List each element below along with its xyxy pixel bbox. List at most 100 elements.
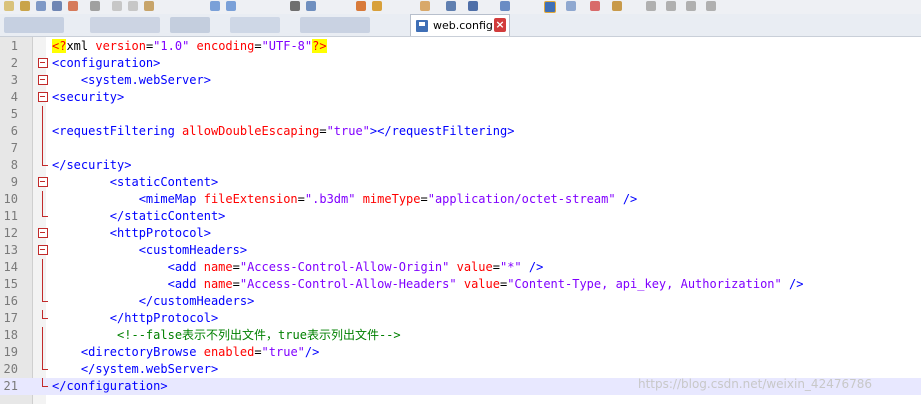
blurred-tab[interactable] [170,17,210,33]
code-line[interactable]: 20 </system.webServer> [0,361,921,378]
code-line[interactable]: 18 <!--false表示不列出文件，true表示列出文件--> [0,327,921,344]
macro-play-icon[interactable] [686,1,696,11]
fold-guide-line [38,123,49,140]
word-wrap-icon[interactable] [446,1,456,11]
token-val: "true" [261,345,305,359]
code-text: </system.webServer> [52,361,218,378]
folder-workspace-icon[interactable] [612,1,622,11]
code-line[interactable]: 1 <?xml version="1.0" encoding="UTF-8"?> [0,38,921,55]
blurred-tab[interactable] [90,17,160,33]
code-line[interactable]: 8 </security> [0,157,921,174]
code-line[interactable]: 19 <directoryBrowse enabled="true"/> [0,344,921,361]
line-number: 21 [3,379,18,393]
code-line[interactable]: 16 </customHeaders> [0,293,921,310]
open-file-icon[interactable] [20,1,30,11]
func-list-icon[interactable] [590,1,600,11]
blurred-tab[interactable] [4,17,64,33]
copy-icon[interactable] [128,1,138,11]
fold-guide-line [38,344,49,361]
lang-icon[interactable] [544,1,556,13]
token-tag: /> [788,277,804,291]
code-text: </httpProtocol> [52,310,218,327]
code-line[interactable]: 14 <add name="Access-Control-Allow-Origi… [0,259,921,276]
token-plain: = [254,39,262,53]
token-tag: </security> [52,158,132,172]
fold-guide-line [38,157,49,174]
code-text: <customHeaders> [52,242,247,259]
save-all-icon[interactable] [52,1,62,11]
token-tag: </httpProtocol> [109,311,219,325]
tab-bar: web.config × [0,14,921,37]
code-line[interactable]: 2 <configuration> [0,55,921,72]
fold-marker-icon[interactable] [38,72,49,89]
code-text: <httpProtocol> [52,225,211,242]
save-icon [416,20,428,32]
close-icon[interactable]: × [494,18,506,32]
code-text: </configuration> [52,378,168,395]
line-number: 18 [3,328,18,342]
token-tag: <staticContent> [109,175,219,189]
macro-stop-icon[interactable] [666,1,676,11]
fold-marker-icon[interactable] [38,174,49,191]
token-attr: enabled [203,345,255,359]
code-line[interactable]: 15 <add name="Access-Control-Allow-Heade… [0,276,921,293]
fold-marker-icon[interactable] [38,89,49,106]
new-file-icon[interactable] [4,1,14,11]
code-line[interactable]: 12 <httpProtocol> [0,225,921,242]
code-text: <mimeMap fileExtension=".b3dm" mimeType=… [52,191,638,208]
fold-guide-line [38,259,49,276]
watermark: https://blog.csdn.net/weixin_42476786 [638,377,873,391]
sync-scroll-icon[interactable] [420,1,430,11]
blurred-tab[interactable] [230,17,280,33]
code-line[interactable]: 7 [0,140,921,157]
code-line[interactable]: 10 <mimeMap fileExtension=".b3dm" mimeTy… [0,191,921,208]
indent-guide-icon[interactable] [500,1,510,11]
code-text: <security> [52,89,124,106]
macro-run-multi-icon[interactable] [706,1,716,11]
zoom-in-icon[interactable] [356,1,366,11]
close-file-icon[interactable] [68,1,78,11]
code-line[interactable]: 17 </httpProtocol> [0,310,921,327]
token-attr: name [203,277,233,291]
code-line[interactable]: 13 <customHeaders> [0,242,921,259]
token-pi: ?> [312,39,327,53]
blurred-tab[interactable] [300,17,370,33]
code-line[interactable]: 3 <system.webServer> [0,72,921,89]
token-plain: = [232,277,240,291]
find-icon[interactable] [290,1,300,11]
replace-icon[interactable] [306,1,316,11]
save-file-icon[interactable] [36,1,46,11]
tab-web-config[interactable]: web.config × [410,14,510,36]
code-line[interactable]: 5 [0,106,921,123]
token-tag: ></requestFiltering> [369,124,515,138]
fold-marker-icon[interactable] [38,242,49,259]
redo-icon[interactable] [226,1,236,11]
fold-guide-line [38,276,49,293]
fold-marker-icon[interactable] [38,225,49,242]
token-plain: = [254,345,262,359]
cut-icon[interactable] [112,1,122,11]
fold-marker-icon[interactable] [38,55,49,72]
macro-record-icon[interactable] [646,1,656,11]
all-chars-icon[interactable] [468,1,478,11]
paste-icon[interactable] [144,1,154,11]
zoom-out-icon[interactable] [372,1,382,11]
code-text: </customHeaders> [52,293,255,310]
code-line[interactable]: 9 <staticContent> [0,174,921,191]
line-number: 13 [3,243,18,257]
doc-map-icon[interactable] [566,1,576,11]
code-line[interactable]: 4 <security> [0,89,921,106]
print-icon[interactable] [90,1,100,11]
code-editor[interactable]: 1 <?xml version="1.0" encoding="UTF-8"?> 2… [0,38,921,395]
code-line[interactable]: 11 </staticContent> [0,208,921,225]
line-number: 15 [3,277,18,291]
token-tag: <security> [52,90,125,104]
code-text: </security> [52,157,131,174]
undo-icon[interactable] [210,1,220,11]
token-plain: = [492,260,500,274]
code-line[interactable]: 6 <requestFiltering allowDoubleEscaping="… [0,123,921,140]
